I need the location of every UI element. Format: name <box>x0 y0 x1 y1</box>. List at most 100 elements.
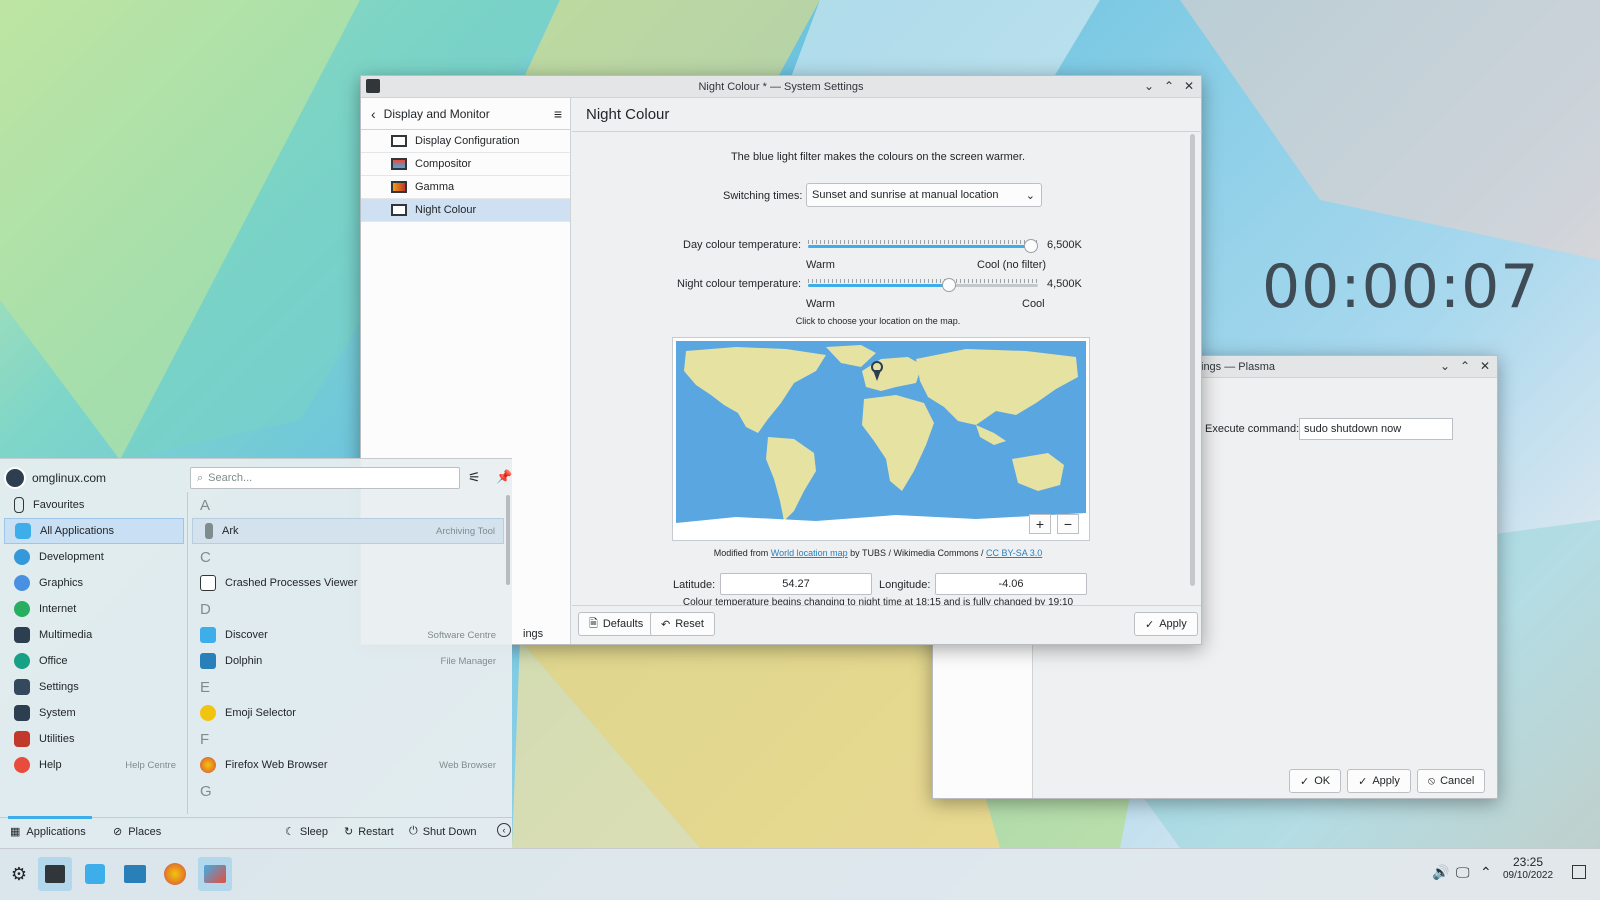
display-icon[interactable]: 🖵 <box>1456 864 1470 881</box>
app-icon <box>366 79 380 93</box>
category-system[interactable]: System <box>4 700 184 726</box>
app-discover[interactable]: Discover Software Centre <box>192 622 504 648</box>
sidebar-item-gamma[interactable]: Gamma <box>361 176 570 199</box>
slider-handle[interactable] <box>1024 239 1038 253</box>
day-cool-label: Cool (no filter) <box>977 259 1047 271</box>
app-dolphin[interactable]: Dolphin File Manager <box>192 648 504 674</box>
minimize-icon[interactable]: ⌄ <box>1439 359 1451 373</box>
category-multimedia[interactable]: Multimedia <box>4 622 184 648</box>
reset-button[interactable]: ↶ Reset <box>650 612 715 636</box>
discover-icon <box>200 627 216 643</box>
cancel-button[interactable]: ⦸ Cancel <box>1416 769 1486 793</box>
avatar[interactable] <box>4 467 26 489</box>
night-titlebar[interactable]: Night Colour * — System Settings ⌄ ⌃ ✕ <box>361 76 1201 98</box>
discover-task-icon[interactable] <box>78 857 112 891</box>
app-list: A Ark Archiving Tool C Crashed Processes … <box>192 492 504 814</box>
check-icon: ✓ <box>1300 775 1310 788</box>
chevron-up-icon[interactable]: ⌃ <box>1480 864 1492 881</box>
section-letter: C <box>200 548 211 566</box>
zoom-in-button[interactable]: + <box>1029 514 1051 534</box>
dolphin-task-icon[interactable] <box>118 857 152 891</box>
filter-icon[interactable]: ⚟ <box>468 469 481 486</box>
development-icon <box>14 549 30 565</box>
volume-icon[interactable]: 🔊 <box>1432 864 1449 881</box>
help-icon <box>14 757 30 773</box>
slider-handle[interactable] <box>942 278 956 292</box>
ok-button[interactable]: ✓ OK <box>1289 769 1342 793</box>
category-favourites[interactable]: Favourites <box>4 492 184 518</box>
app-ark[interactable]: Ark Archiving Tool <box>192 518 504 544</box>
launcher-icon[interactable]: ⚙ <box>2 857 36 891</box>
restart-icon: ↻ <box>344 826 354 838</box>
category-utilities[interactable]: Utilities <box>4 726 184 752</box>
plasma-apply-button[interactable]: ✓ Apply <box>1347 769 1411 793</box>
close-icon[interactable]: ✕ <box>1479 359 1491 373</box>
sidebar-header: Display and Monitor <box>383 106 490 121</box>
dolphin-icon <box>200 653 216 669</box>
system-settings-task-icon[interactable] <box>38 857 72 891</box>
sleep-button[interactable]: ☾ Sleep <box>285 825 328 839</box>
close-icon[interactable]: ✕ <box>1183 79 1195 93</box>
category-settings[interactable]: Settings <box>4 674 184 700</box>
search-input[interactable]: ⌕ Search... <box>190 467 460 489</box>
day-warm-label: Warm <box>806 259 835 271</box>
day-temp-slider[interactable] <box>808 239 1038 253</box>
minimize-icon[interactable]: ⌄ <box>1143 79 1155 93</box>
app-crashed-processes-viewer[interactable]: Crashed Processes Viewer <box>192 570 504 596</box>
license-link[interactable]: CC BY-SA 3.0 <box>986 548 1042 558</box>
category-office[interactable]: Office <box>4 648 184 674</box>
category-list: Favourites All Applications Development … <box>4 492 184 778</box>
search-icon: ⌕ <box>197 471 204 484</box>
cancel-icon: ⦸ <box>1427 774 1436 787</box>
exec-command-input[interactable]: sudo shutdown now <box>1299 418 1453 440</box>
world-map-graphic[interactable] <box>676 341 1086 537</box>
firefox-task-icon[interactable] <box>158 857 192 891</box>
longitude-input[interactable]: -4.06 <box>935 573 1087 595</box>
more-options-icon[interactable]: ‹ <box>497 823 511 837</box>
category-internet[interactable]: Internet <box>4 596 184 622</box>
section-letter: D <box>200 600 211 618</box>
applications-tab-indicator <box>8 816 92 819</box>
show-desktop-icon[interactable] <box>1572 865 1586 879</box>
back-arrow-icon[interactable]: ‹ <box>371 106 376 122</box>
category-help[interactable]: Help Help Centre <box>4 752 184 778</box>
description-text: The blue light filter makes the colours … <box>730 151 1026 163</box>
zoom-out-button[interactable]: − <box>1057 514 1079 534</box>
compositor-icon <box>391 158 407 170</box>
hamburger-menu-icon[interactable]: ≡ <box>554 106 562 122</box>
maximize-icon[interactable]: ⌃ <box>1163 79 1175 93</box>
sidebar-bottom-partial[interactable]: ings <box>523 628 543 640</box>
crash-icon <box>200 575 216 591</box>
tab-places[interactable]: ⊘ Places <box>113 825 161 839</box>
latitude-input[interactable]: 54.27 <box>720 573 872 595</box>
tab-applications[interactable]: ▦ Applications <box>10 825 86 839</box>
category-graphics[interactable]: Graphics <box>4 570 184 596</box>
restart-button[interactable]: ↻ Restart <box>344 825 394 839</box>
plasma-settings-task-icon[interactable] <box>198 857 232 891</box>
apply-button[interactable]: ✓ Apply <box>1134 612 1198 636</box>
night-cool-label: Cool <box>1022 298 1045 310</box>
defaults-button[interactable]: 🗎 Defaults <box>578 612 655 636</box>
app-emoji-selector[interactable]: Emoji Selector <box>192 700 504 726</box>
sidebar-item-night-colour[interactable]: Night Colour <box>361 199 570 222</box>
scrollbar[interactable] <box>1190 134 1195 586</box>
app-list-scrollbar[interactable] <box>506 495 510 585</box>
shutdown-button[interactable]: ⏻ Shut Down <box>409 825 477 838</box>
switching-times-select[interactable]: Sunset and sunrise at manual location ⌄ <box>806 183 1042 207</box>
taskbar-clock[interactable]: 23:25 09/10/2022 <box>1494 856 1562 882</box>
night-temp-slider[interactable] <box>808 278 1038 292</box>
world-map[interactable]: + − <box>672 337 1090 541</box>
sidebar-item-compositor[interactable]: Compositor <box>361 153 570 176</box>
category-all-applications[interactable]: All Applications <box>4 518 184 544</box>
gamma-icon <box>391 181 407 193</box>
map-attribution: Modified from World location map by TUBS… <box>713 548 1043 558</box>
taskbar-date: 09/10/2022 <box>1502 870 1554 881</box>
grid-icon <box>15 523 31 539</box>
category-development[interactable]: Development <box>4 544 184 570</box>
sidebar-item-display-configuration[interactable]: Display Configuration <box>361 130 570 153</box>
maximize-icon[interactable]: ⌃ <box>1459 359 1471 373</box>
world-map-link[interactable]: World location map <box>771 548 848 558</box>
app-firefox[interactable]: Firefox Web Browser Web Browser <box>192 752 504 778</box>
pin-icon[interactable]: 📌 <box>496 469 512 485</box>
status-text: Colour temperature begins changing to ni… <box>682 597 1074 605</box>
